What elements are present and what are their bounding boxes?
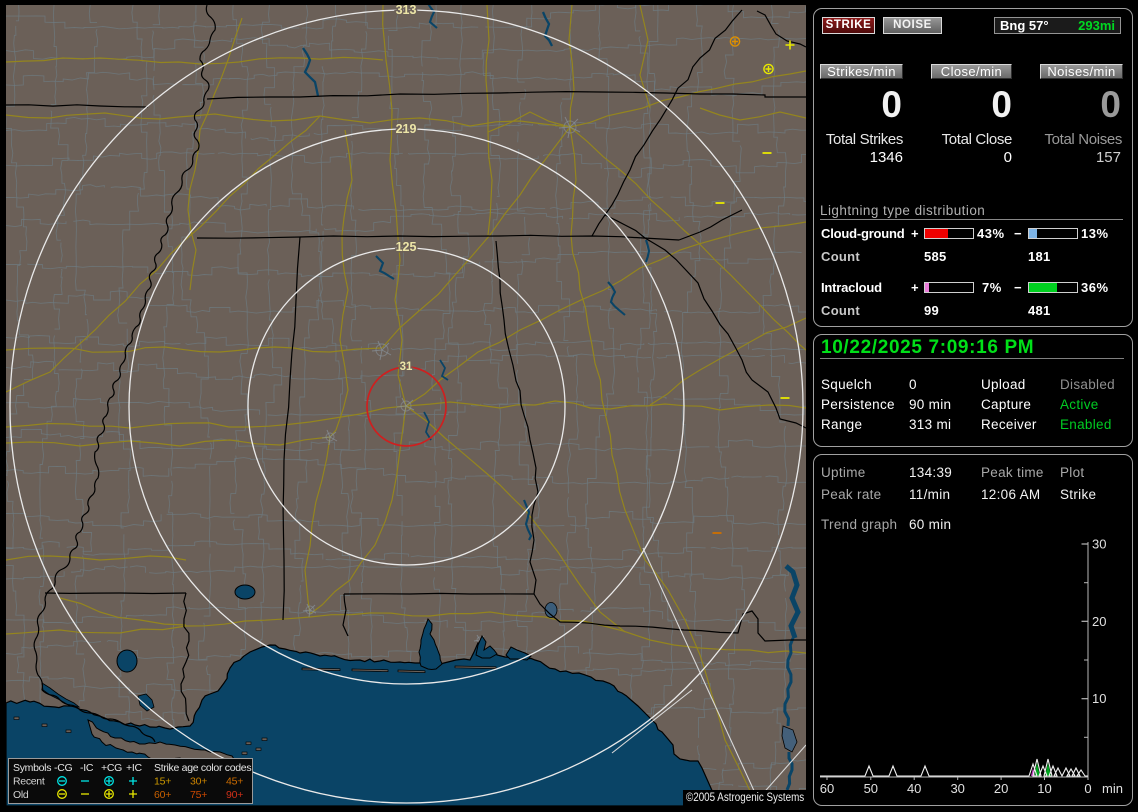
svg-text:45+: 45+ — [226, 776, 243, 788]
svg-text:20: 20 — [1092, 614, 1106, 629]
svg-text:20: 20 — [994, 781, 1008, 796]
svg-text:min: min — [1102, 781, 1123, 796]
svg-text:-IC: -IC — [80, 762, 94, 774]
svg-text:30+: 30+ — [190, 776, 207, 788]
svg-text:Old: Old — [13, 789, 29, 801]
svg-text:+IC: +IC — [126, 762, 142, 774]
svg-text:50: 50 — [864, 781, 878, 796]
svg-text:10: 10 — [1037, 781, 1051, 796]
svg-text:60+: 60+ — [154, 789, 171, 801]
svg-text:Symbols: Symbols — [13, 762, 51, 774]
svg-text:15+: 15+ — [154, 776, 171, 788]
svg-text:10: 10 — [1092, 691, 1106, 706]
svg-text:75+: 75+ — [190, 789, 207, 801]
svg-text:Recent: Recent — [13, 776, 45, 788]
svg-text:40: 40 — [907, 781, 921, 796]
svg-text:30: 30 — [1092, 537, 1106, 552]
svg-text:0: 0 — [1084, 781, 1091, 796]
svg-text:60: 60 — [820, 781, 834, 796]
svg-text:Strike age color codes: Strike age color codes — [154, 762, 251, 774]
svg-text:-CG: -CG — [54, 762, 72, 774]
svg-text:+CG: +CG — [101, 762, 122, 774]
svg-text:30: 30 — [950, 781, 964, 796]
svg-text:90+: 90+ — [226, 789, 243, 801]
